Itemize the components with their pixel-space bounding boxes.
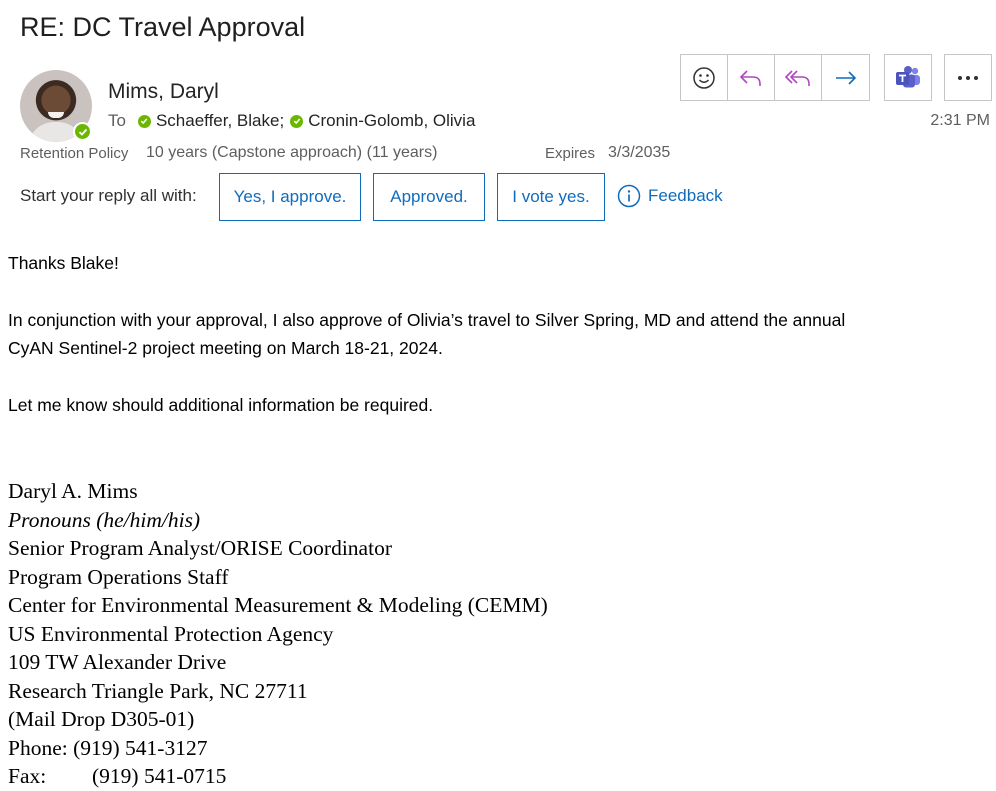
recipients-row: To Schaeffer, Blake; Cronin-Golomb, Oliv…	[108, 111, 481, 131]
reply-all-button[interactable]	[775, 55, 822, 100]
signature-phone: Phone: (919) 541-3127	[8, 735, 208, 760]
presence-available-icon	[73, 122, 92, 141]
expires-label: Expires	[545, 145, 596, 162]
quick-reply-i-vote-yes[interactable]: I vote yes.	[497, 173, 605, 221]
presence-icon	[137, 114, 151, 128]
recipient-cronin-golomb[interactable]: Cronin-Golomb, Olivia	[308, 111, 475, 131]
teams-icon	[896, 65, 920, 87]
body-paragraph-line-2: CyAN Sentinel-2 project meeting on March…	[8, 338, 443, 358]
sender-name[interactable]: Mims, Daryl	[108, 80, 219, 104]
signature-fax-row: Fax: (919) 541-0715	[8, 762, 548, 791]
signature-agency: US Environmental Protection Agency	[8, 621, 334, 646]
reply-button[interactable]	[728, 55, 775, 100]
info-icon	[617, 184, 641, 208]
retention-label: Retention Policy	[20, 145, 129, 162]
emoji-icon	[693, 66, 715, 89]
quick-reply-label: Start your reply all with:	[20, 186, 197, 205]
body-closing-line: Let me know should additional informatio…	[8, 395, 434, 415]
quick-reply-yes-i-approve[interactable]: Yes, I approve.	[219, 173, 361, 221]
forward-icon	[835, 70, 856, 85]
signature-title: Senior Program Analyst/ORISE Coordinator	[8, 536, 392, 560]
feedback-link[interactable]: Feedback	[617, 184, 723, 208]
emoji-reaction-button[interactable]	[681, 55, 728, 100]
presence-icon	[290, 114, 304, 128]
signature-center: Center for Environmental Measurement & M…	[8, 593, 548, 617]
signature-mail-drop: (Mail Drop D305-01)	[8, 707, 195, 731]
signature-fax-label: Fax:	[8, 764, 47, 788]
signature-address-line-1: 109 TW Alexander Drive	[8, 650, 227, 674]
signature-pronouns: Pronouns (he/him/his)	[8, 507, 201, 532]
recipient-schaeffer[interactable]: Schaeffer, Blake;	[156, 111, 284, 131]
body-greeting: Thanks Blake!	[8, 253, 119, 273]
body-paragraph-line-1: In conjunction with your approval, I als…	[8, 310, 846, 330]
signature-address-line-2: Research Triangle Park, NC 27711	[8, 678, 308, 703]
expires-value: 3/3/2035	[608, 144, 671, 161]
feedback-label: Feedback	[648, 186, 723, 205]
signature-fax: (919) 541-0715	[92, 764, 227, 788]
email-subject: RE: DC Travel Approval	[20, 12, 306, 42]
signature-name: Daryl A. Mims	[8, 479, 138, 503]
signature-block: Daryl A. Mims Pronouns (he/him/his) Seni…	[8, 477, 548, 791]
signature-department: Program Operations Staff	[8, 564, 229, 589]
more-icon	[958, 75, 978, 80]
message-actions-toolbar	[680, 54, 870, 101]
teams-chat-button[interactable]	[884, 54, 932, 101]
reply-all-icon	[784, 69, 810, 86]
quick-reply-approved[interactable]: Approved.	[373, 173, 485, 221]
sent-time: 2:31 PM	[930, 112, 990, 129]
reply-icon	[739, 69, 761, 86]
retention-value: 10 years (Capstone approach) (11 years)	[146, 144, 438, 161]
to-label: To	[108, 111, 126, 130]
forward-button[interactable]	[822, 55, 869, 100]
more-actions-button[interactable]	[944, 54, 992, 101]
